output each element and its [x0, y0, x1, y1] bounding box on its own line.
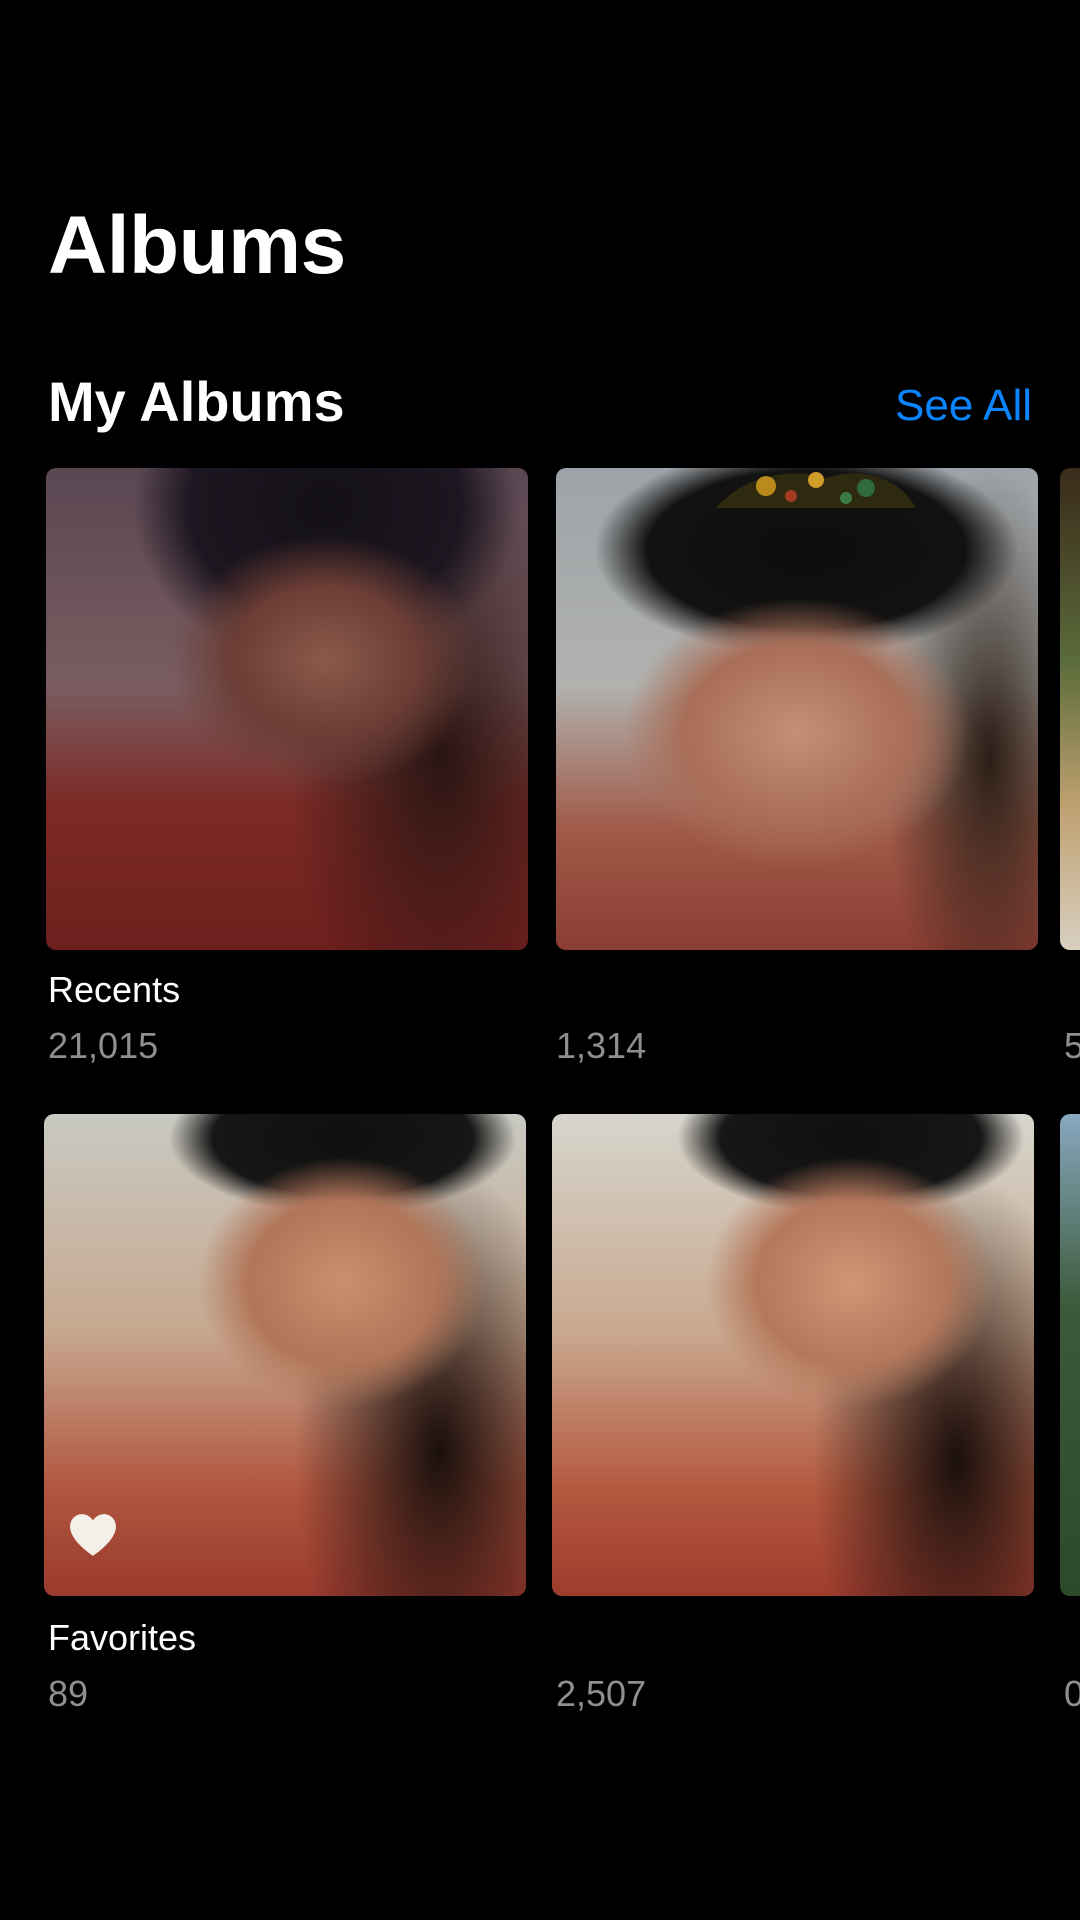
see-all-button[interactable]: See All: [895, 376, 1032, 436]
album-count: 5: [1064, 1025, 1080, 1066]
album-tile-3[interactable]: [1060, 468, 1080, 950]
my-albums-header: My Albums See All: [48, 372, 1032, 432]
album-thumbnail: [1060, 468, 1080, 950]
album-thumbnail: [1060, 1114, 1080, 1596]
album-thumbnail: [552, 1114, 1034, 1596]
album-name: Recents: [48, 969, 181, 1010]
page-title: Albums: [48, 200, 346, 291]
section-title: My Albums: [48, 370, 345, 433]
album-tile-recents[interactable]: [46, 468, 528, 950]
album-tile-6[interactable]: [1060, 1114, 1080, 1596]
album-count: 89: [48, 1673, 89, 1714]
album-count: 1,314: [556, 1025, 647, 1066]
album-tile-2[interactable]: [556, 468, 1038, 950]
heart-icon: [70, 1514, 116, 1556]
album-tile-5[interactable]: [552, 1114, 1034, 1596]
album-count: 2,507: [556, 1673, 647, 1714]
album-name: Favorites: [48, 1617, 197, 1658]
album-count: 21,015: [48, 1025, 159, 1066]
album-count: 0: [1064, 1673, 1080, 1714]
album-tile-favorites[interactable]: [44, 1114, 526, 1596]
durag-pattern: [716, 472, 916, 508]
album-thumbnail: [556, 468, 1038, 950]
album-thumbnail: [46, 468, 528, 950]
